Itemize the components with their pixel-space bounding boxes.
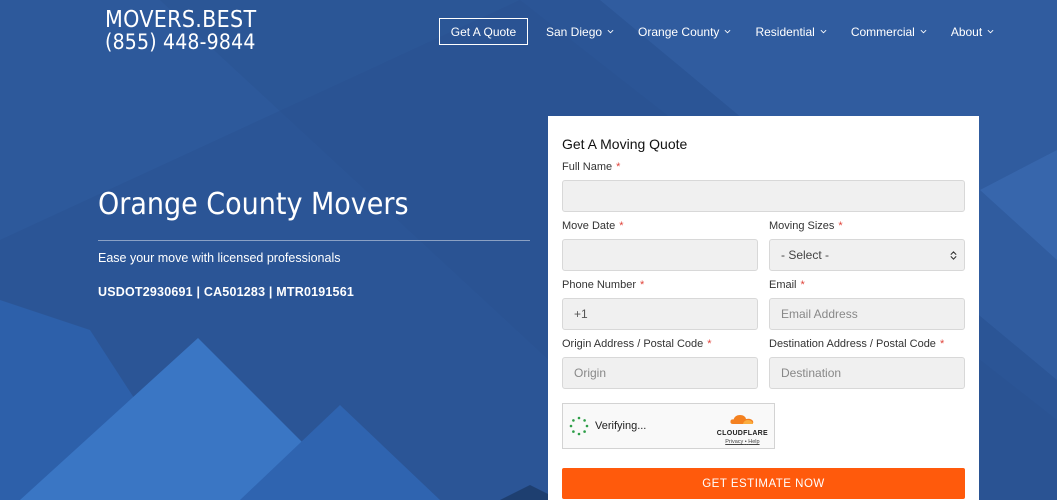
email-group: Email * Email Address	[769, 279, 965, 330]
origin-group: Origin Address / Postal Code * Origin	[562, 338, 758, 389]
required-mark: *	[619, 220, 624, 232]
captcha-status: Verifying...	[595, 420, 647, 432]
site-logo[interactable]: MOVERS.BEST (855) 448-9844	[105, 7, 257, 54]
email-input[interactable]: Email Address	[769, 298, 965, 330]
required-mark: *	[939, 338, 945, 350]
hero-tagline: Ease your move with licensed professiona…	[98, 251, 341, 265]
email-label: Email *	[769, 279, 805, 291]
full-name-input[interactable]	[562, 180, 965, 212]
hero-section: Orange County Movers Ease your move with…	[98, 186, 530, 299]
license-numbers: USDOT2930691 | CA501283 | MTR0191561	[98, 285, 355, 299]
chevron-down-icon	[987, 29, 994, 34]
chevron-down-icon	[920, 29, 927, 34]
cloudflare-cloud-icon	[730, 415, 754, 424]
full-name-group: Full Name *	[562, 161, 965, 212]
help-link[interactable]: Help	[748, 439, 759, 445]
origin-label: Origin Address / Postal Code *	[562, 338, 712, 350]
date-size-row: Move Date * Moving Sizes * - Select -	[562, 220, 965, 271]
get-estimate-button[interactable]: GET ESTIMATE NOW	[562, 468, 965, 499]
cloudflare-branding: CLOUDFLARE Privacy • Help	[717, 412, 768, 445]
nav-item-label: Orange County	[638, 24, 720, 39]
site-header: MOVERS.BEST (855) 448-9844 Get A Quote S…	[0, 0, 1057, 62]
move-date-group: Move Date *	[562, 220, 758, 271]
phone-input[interactable]: +1	[562, 298, 758, 330]
phone-number[interactable]: (855) 448-9844	[105, 31, 256, 53]
captcha-widget[interactable]: Verifying... CLOUDFLARE Privacy • Help	[562, 403, 775, 449]
page-title: Orange County Movers	[98, 187, 409, 222]
nav-item-label: About	[950, 24, 983, 39]
get-a-quote-button[interactable]: Get A Quote	[439, 18, 528, 45]
chevron-down-icon	[820, 29, 827, 34]
main-nav: Get A Quote San Diego Orange County Resi…	[439, 18, 1018, 45]
link-separator: •	[744, 439, 747, 445]
nav-item-label: Residential	[755, 24, 815, 39]
selected-value: - Select -	[781, 248, 830, 262]
origin-input[interactable]: Origin	[562, 357, 758, 389]
required-mark: *	[640, 279, 645, 291]
full-name-label: Full Name *	[562, 161, 621, 173]
move-date-label: Move Date *	[562, 220, 624, 232]
nav-item-about[interactable]: About	[951, 25, 994, 39]
phone-email-row: Phone Number * +1 Email * Email Address	[562, 279, 965, 330]
move-date-input[interactable]	[562, 239, 758, 271]
required-mark: *	[616, 161, 621, 173]
destination-input[interactable]: Destination	[769, 357, 965, 389]
spinner-icon	[569, 416, 589, 436]
required-mark: *	[707, 338, 712, 350]
chevron-down-icon	[607, 29, 614, 34]
nav-item-residential[interactable]: Residential	[755, 24, 827, 39]
destination-group: Destination Address / Postal Code * Desti…	[769, 338, 965, 389]
required-mark: *	[838, 220, 843, 232]
hero-divider	[98, 240, 530, 241]
required-mark: *	[800, 279, 805, 291]
cloudflare-wordmark: CLOUDFLARE	[716, 430, 768, 437]
privacy-link[interactable]: Privacy	[725, 439, 743, 445]
phone-group: Phone Number * +1	[562, 279, 758, 330]
chevron-down-icon	[725, 29, 731, 34]
captcha-links: Privacy • Help	[717, 439, 768, 445]
phone-label: Phone Number *	[562, 279, 645, 291]
brand-name: MOVERS.BEST	[105, 7, 257, 33]
nav-item-san-diego[interactable]: San Diego	[546, 25, 614, 39]
quote-form: Get A Moving Quote Full Name * Move Date *…	[548, 116, 979, 500]
nav-item-commercial[interactable]: Commercial	[851, 25, 927, 39]
moving-sizes-select[interactable]: - Select -	[769, 239, 965, 271]
destination-label: Destination Address / Postal Code *	[769, 338, 945, 350]
select-arrows-icon	[950, 250, 957, 260]
nav-item-label: Commercial	[850, 24, 915, 39]
moving-sizes-label: Moving Sizes *	[769, 220, 843, 232]
address-row: Origin Address / Postal Code * Origin Des…	[562, 338, 965, 389]
nav-item-label: San Diego	[546, 24, 603, 39]
moving-sizes-group: Moving Sizes * - Select -	[769, 220, 965, 271]
nav-item-orange-county[interactable]: Orange County	[638, 25, 731, 39]
form-title: Get A Moving Quote	[562, 136, 688, 152]
